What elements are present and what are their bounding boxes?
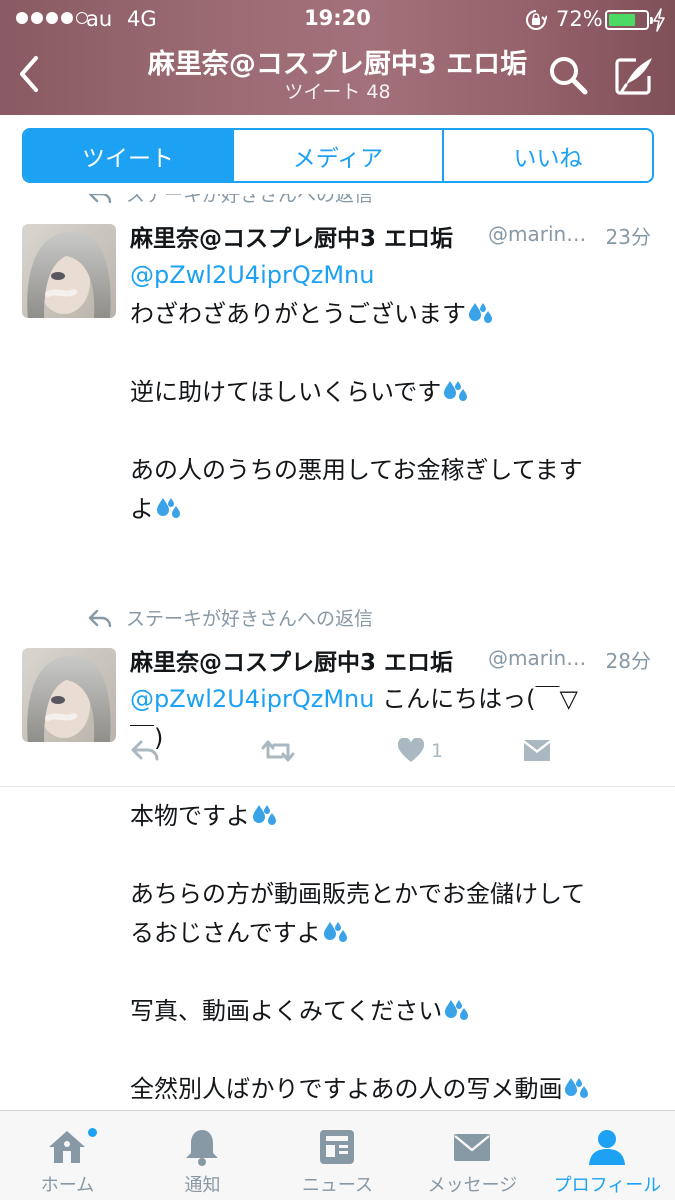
status-bar: au 4G 19:20 72% bbox=[0, 0, 675, 38]
tabbar-home[interactable]: ホーム bbox=[0, 1111, 135, 1200]
compose-tweet-icon[interactable] bbox=[612, 54, 656, 98]
page-title: 麻里奈@コスプレ厨中3 エロ垢 bbox=[147, 49, 528, 80]
tab-likes[interactable]: いいね bbox=[442, 130, 652, 181]
author-handle: @marin… bbox=[488, 222, 587, 246]
bottom-tab-bar: ホーム 通知 ニュース メッセージ プロフィール bbox=[0, 1110, 675, 1200]
tweet-line: わざわざありがとうございます bbox=[130, 300, 466, 328]
tabbar-label: プロフィール bbox=[553, 1175, 662, 1196]
tweet-line: 全然別人ばかりですよあの人の写メ動画 bbox=[130, 1075, 563, 1103]
tweet-header: 麻里奈@コスプレ厨中3 エロ垢 @marin… 28分 bbox=[130, 643, 655, 677]
sweat-drops-emoji-icon bbox=[469, 303, 492, 323]
tweet-timestamp: 28分 bbox=[605, 649, 651, 673]
tabbar-label: ニュース bbox=[301, 1175, 374, 1196]
reply-context: ステーキが好きさんへの返信 bbox=[88, 604, 373, 631]
profile-tabs: ツイート メディア いいね bbox=[22, 128, 654, 183]
author-name[interactable]: 麻里奈@コスプレ厨中3 エロ垢 bbox=[130, 643, 453, 677]
sweat-drops-emoji-icon bbox=[323, 922, 347, 942]
reply-arrow-icon bbox=[88, 609, 112, 627]
charging-bolt-icon bbox=[653, 8, 665, 32]
tabbar-news[interactable]: ニュース bbox=[270, 1111, 405, 1200]
sweat-drops-emoji-icon bbox=[444, 381, 468, 401]
tweet-timestamp: 23分 bbox=[605, 225, 651, 249]
reply-context-label: ステーキが好きさんへの返信 bbox=[126, 608, 374, 630]
reply-context-label: ステーキが好きさんへの返信 bbox=[126, 194, 374, 206]
tweet-line: よ bbox=[130, 495, 154, 523]
tweet-line: あちらの方が動画販売とかでお金儲けして bbox=[130, 880, 586, 908]
person-icon bbox=[589, 1130, 625, 1165]
tabbar-label: メッセージ bbox=[427, 1175, 518, 1196]
tweet-line: こんにちはっ(￣▽ bbox=[374, 685, 578, 713]
reply-arrow-icon bbox=[88, 194, 112, 203]
news-icon bbox=[320, 1130, 354, 1164]
tweet-line: 写真、動画よくみてください bbox=[130, 997, 443, 1025]
author-handle: @marin… bbox=[488, 646, 587, 670]
home-icon bbox=[49, 1131, 85, 1163]
avatar[interactable] bbox=[22, 648, 116, 742]
tab-tweets[interactable]: ツイート bbox=[24, 130, 232, 181]
sweat-drops-emoji-icon bbox=[253, 805, 276, 825]
search-icon[interactable] bbox=[547, 54, 589, 96]
tabbar-profile[interactable]: プロフィール bbox=[540, 1111, 675, 1200]
author-name[interactable]: 麻里奈@コスプレ厨中3 エロ垢 bbox=[130, 219, 453, 253]
rotation-lock-icon bbox=[526, 10, 547, 30]
tweet-line: ￣) bbox=[130, 724, 164, 752]
avatar[interactable] bbox=[22, 224, 116, 318]
tweet-text: @pZwl2U4iprQzMnu こんにちはっ(￣▽ ￣) 本物ですよ あちらの… bbox=[130, 680, 655, 1109]
battery-percent: 72% bbox=[556, 7, 603, 31]
tabbar-label: ホーム bbox=[40, 1175, 95, 1196]
sweat-drops-emoji-icon bbox=[565, 1078, 589, 1098]
tweet-line: 本物ですよ bbox=[130, 802, 250, 830]
tweet-text: @pZwl2U4iprQzMnu わざわざありがとうございます 逆に助けてほしい… bbox=[130, 256, 655, 529]
bell-icon bbox=[186, 1130, 218, 1166]
tweet-line: るおじさんですよ bbox=[130, 919, 321, 947]
tweet-count: ツイート 48 bbox=[284, 81, 391, 103]
battery-icon bbox=[605, 10, 653, 30]
tweet-timeline[interactable]: ステーキが好きさんへの返信 麻里奈@コスプレ厨中3 エロ垢 @marin… 23… bbox=[0, 194, 675, 1110]
tweet-line: あの人のうちの悪用してお金稼ぎしてます bbox=[130, 456, 583, 484]
tweet-line: 逆に助けてほしいくらいです bbox=[130, 378, 442, 406]
reply-context: ステーキが好きさんへの返信 bbox=[88, 194, 373, 207]
tabbar-label: 通知 bbox=[184, 1175, 221, 1196]
envelope-icon bbox=[454, 1134, 490, 1161]
tabbar-notifications[interactable]: 通知 bbox=[135, 1111, 270, 1200]
sweat-drops-emoji-icon bbox=[445, 1000, 469, 1020]
tweet-header: 麻里奈@コスプレ厨中3 エロ垢 @marin… 23分 bbox=[130, 219, 655, 253]
mention-link[interactable]: @pZwl2U4iprQzMnu bbox=[130, 685, 374, 713]
back-chevron-icon[interactable] bbox=[14, 54, 44, 94]
sweat-drops-emoji-icon bbox=[157, 498, 180, 518]
tabbar-messages[interactable]: メッセージ bbox=[405, 1111, 540, 1200]
profile-header: au 4G 19:20 72% 麻里奈@コスプレ厨中3 エロ垢 ツイート 48 bbox=[0, 0, 675, 115]
mention-link[interactable]: @pZwl2U4iprQzMnu bbox=[130, 261, 374, 289]
tab-media[interactable]: メディア bbox=[232, 130, 442, 181]
home-notification-dot bbox=[87, 1127, 98, 1138]
